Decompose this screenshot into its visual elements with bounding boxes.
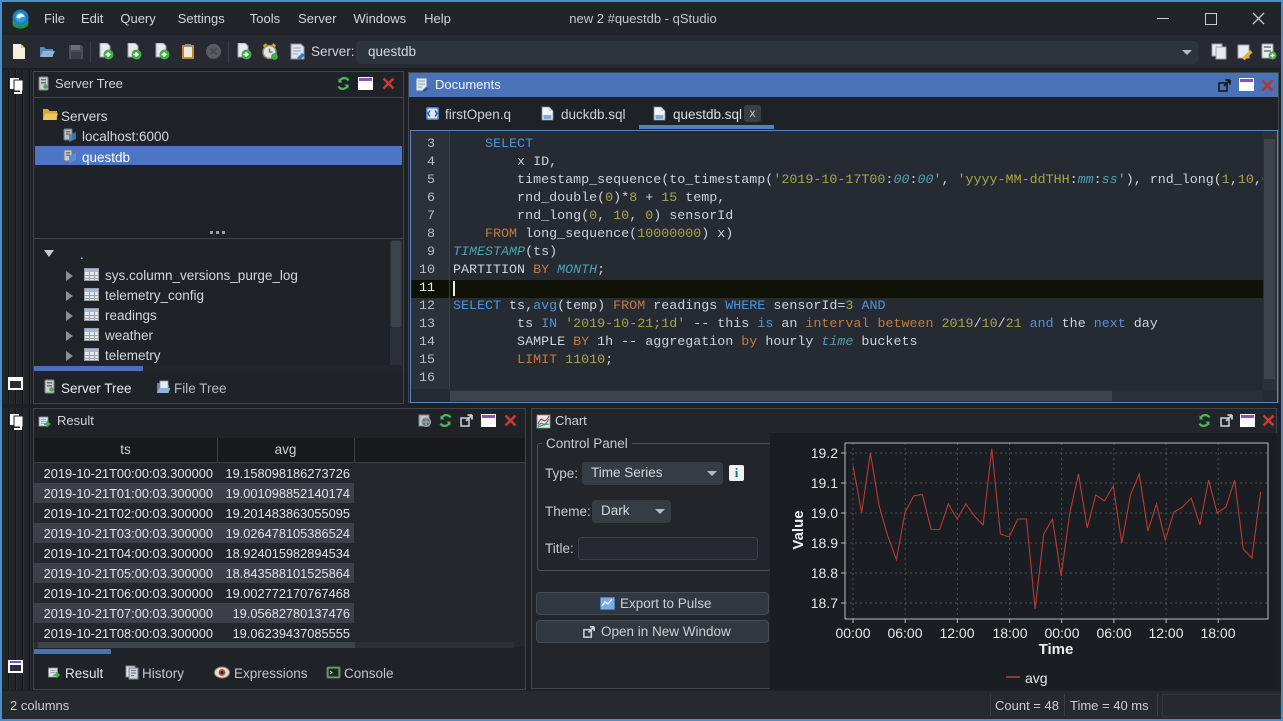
svg-text:18:00: 18:00 — [992, 625, 1027, 641]
svg-text:Value: Value — [790, 510, 807, 549]
svg-text:06:00: 06:00 — [887, 625, 922, 641]
svg-text:18.9: 18.9 — [811, 535, 838, 551]
svg-text:19.2: 19.2 — [811, 445, 838, 461]
svg-text:12:00: 12:00 — [1148, 625, 1183, 641]
svg-text:19.1: 19.1 — [811, 475, 838, 491]
svg-text:12:00: 12:00 — [939, 625, 974, 641]
svg-text:06:00: 06:00 — [1096, 625, 1131, 641]
svg-text:00:00: 00:00 — [1044, 625, 1079, 641]
svg-text:00:00: 00:00 — [835, 625, 870, 641]
svg-text:Time: Time — [1039, 641, 1074, 658]
svg-text:18:00: 18:00 — [1200, 625, 1235, 641]
svg-text:avg: avg — [1025, 670, 1048, 686]
svg-text:18.8: 18.8 — [811, 565, 838, 581]
svg-text:19.0: 19.0 — [811, 505, 838, 521]
svg-text:18.7: 18.7 — [811, 595, 838, 611]
